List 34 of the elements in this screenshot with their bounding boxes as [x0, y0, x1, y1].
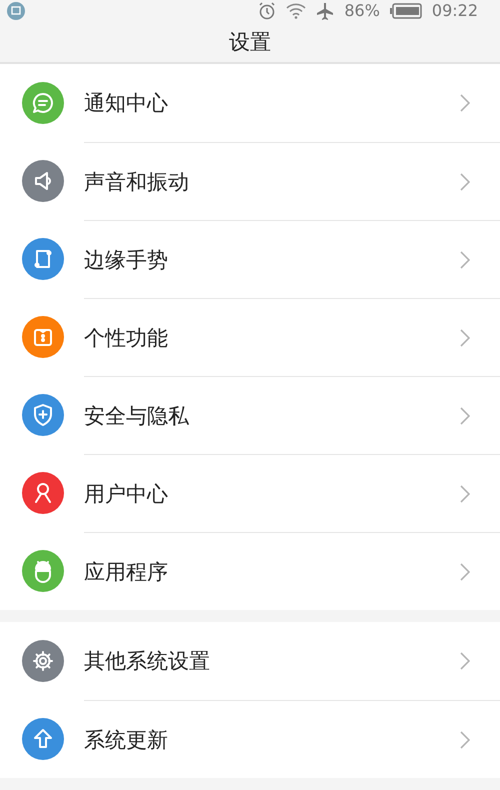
- battery-percent: 86%: [344, 1, 380, 20]
- settings-item[interactable]: 声音和振动: [0, 142, 500, 220]
- settings-item[interactable]: 通知中心: [0, 64, 500, 142]
- settings-item[interactable]: 边缘手势: [0, 220, 500, 298]
- page-title: 设置: [229, 28, 271, 56]
- settings-label: 通知中心: [84, 90, 169, 117]
- settings-label: 安全与隐私: [84, 402, 190, 430]
- settings-label: 其他系统设置: [84, 648, 211, 675]
- settings-item[interactable]: 个性功能: [0, 298, 500, 376]
- chevron-icon: [460, 484, 470, 502]
- settings-label: 边缘手势: [84, 246, 169, 274]
- chevron-icon: [460, 652, 470, 670]
- chevron-icon: [460, 328, 470, 346]
- settings-item[interactable]: 用户中心: [0, 454, 500, 532]
- settings-label: 个性功能: [84, 324, 169, 352]
- wifi-icon: [286, 2, 306, 19]
- chevron-icon: [460, 250, 470, 268]
- settings-item[interactable]: 安全与隐私: [0, 376, 500, 454]
- settings-item[interactable]: 系统更新: [0, 700, 500, 778]
- settings-label: 声音和振动: [84, 168, 190, 196]
- chevron-icon: [460, 562, 470, 580]
- chevron-icon: [460, 94, 470, 112]
- settings-label: 用户中心: [84, 480, 169, 508]
- settings-item[interactable]: 应用程序: [0, 532, 500, 610]
- settings-label: 系统更新: [84, 726, 169, 754]
- alarm-icon: [258, 2, 276, 20]
- chevron-icon: [460, 406, 470, 424]
- chevron-icon: [460, 730, 470, 748]
- airplane-icon: [316, 2, 334, 20]
- battery-icon: [390, 2, 422, 19]
- chevron-icon: [460, 172, 470, 190]
- clock-time: 09:22: [432, 1, 478, 20]
- settings-label: 应用程序: [84, 558, 169, 586]
- settings-item[interactable]: 其他系统设置: [0, 622, 500, 700]
